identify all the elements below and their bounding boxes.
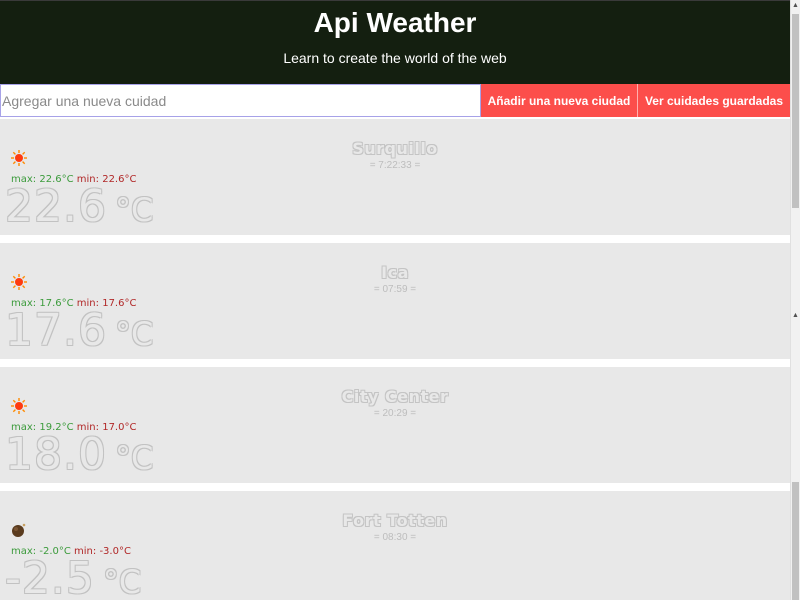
temp-value: 18.0: [5, 429, 107, 480]
temp-unit: °C: [102, 563, 142, 600]
city-time: = 08:30 =: [373, 532, 417, 543]
city-card-fort-totten: Fort Totten = 08:30 = max: -2.0°C min: -…: [0, 491, 790, 600]
temp-value: -2.5: [5, 553, 95, 600]
new-city-input[interactable]: [0, 84, 481, 117]
city-name: City Center: [341, 387, 449, 406]
temp-unit: °C: [114, 191, 154, 229]
temp-value: 22.6: [5, 181, 107, 232]
scroll-up-arrow-icon[interactable]: ▲: [791, 0, 800, 12]
city-card-ica: Ica = 07:59 = max: 17.6°C min: 17.6°C 17…: [0, 243, 790, 359]
vertical-scrollbar[interactable]: ▲ ▲: [790, 0, 800, 600]
city-time: = 20:29 =: [373, 408, 417, 419]
current-temp: 17.6 °C: [5, 307, 153, 359]
city-card-surquillo: Surquillo = 7:22:33 = max: 22.6°C min: 2…: [0, 119, 790, 235]
scroll-marker-icon: ▲: [792, 312, 799, 319]
current-temp: -2.5 °C: [5, 555, 141, 600]
sun-icon: [11, 398, 27, 414]
page-viewport: Api Weather Learn to create the world of…: [0, 0, 790, 600]
city-name: Fort Totten: [342, 511, 448, 530]
city-name: Ica: [381, 263, 409, 282]
temp-unit: °C: [114, 439, 154, 477]
city-list: Surquillo = 7:22:33 = max: 22.6°C min: 2…: [0, 119, 790, 600]
current-temp: 22.6 °C: [5, 183, 153, 235]
saved-cities-button[interactable]: Ver cuidades guardadas: [638, 84, 790, 117]
city-controls: Añadir una nueva ciudad Ver cuidades gua…: [0, 84, 790, 117]
page-title: Api Weather: [313, 7, 477, 38]
moon-icon: [12, 523, 26, 537]
current-temp: 18.0 °C: [5, 431, 153, 483]
temp-value: 17.6: [5, 305, 107, 356]
sun-icon: [11, 150, 27, 166]
scrollbar-track-segment[interactable]: [792, 482, 799, 600]
add-city-button[interactable]: Añadir una nueva ciudad: [481, 84, 638, 117]
city-time: = 07:59 =: [373, 284, 417, 295]
scrollbar-thumb[interactable]: [792, 14, 799, 208]
temp-unit: °C: [114, 315, 154, 353]
page-subtitle: Learn to create the world of the web: [283, 50, 507, 66]
city-time: = 7:22:33 =: [369, 160, 421, 171]
page-header: Api Weather Learn to create the world of…: [0, 0, 790, 84]
sun-icon: [11, 274, 27, 290]
city-card-city-center: City Center = 20:29 = max: 19.2°C min: 1…: [0, 367, 790, 483]
city-name: Surquillo: [352, 139, 438, 158]
